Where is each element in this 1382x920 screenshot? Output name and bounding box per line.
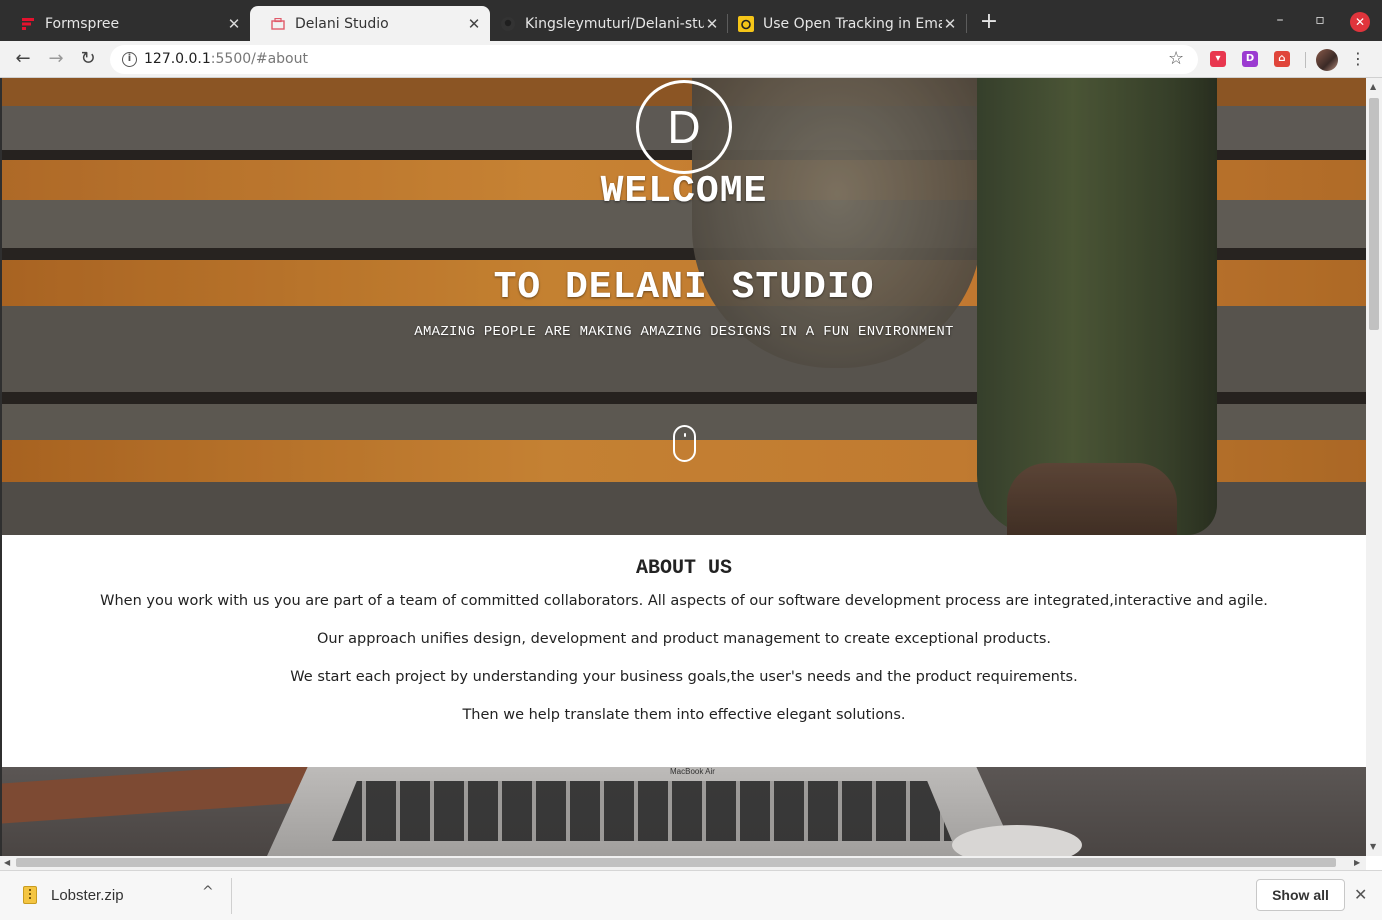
house-extension-icon[interactable]: ⌂: [1274, 51, 1290, 67]
vertical-scrollbar[interactable]: ▲ ▼: [1366, 78, 1382, 856]
about-paragraph: We start each project by understanding y…: [290, 669, 1078, 685]
profile-avatar[interactable]: [1316, 49, 1338, 71]
download-item[interactable]: Lobster.zip ^: [8, 878, 232, 914]
scroll-down-icon[interactable]: ▼: [1370, 842, 1376, 851]
tab-title: Kingsleymuturi/Delani-stu: [525, 15, 704, 32]
scroll-left-icon[interactable]: ◀: [4, 858, 10, 867]
tab-mailchimp[interactable]: Use Open Tracking in Ema ✕: [718, 6, 966, 41]
phone-image: [2, 767, 314, 825]
vertical-scroll-thumb[interactable]: [1369, 98, 1379, 330]
laptop-keyboard: [332, 781, 952, 841]
menu-icon[interactable]: ⋮: [1350, 49, 1366, 69]
chevron-up-icon[interactable]: ^: [202, 884, 214, 900]
url-text[interactable]: 127.0.0.1:5500/#about: [144, 51, 308, 67]
tab-title: Formspree: [45, 15, 120, 32]
mouse-image: [952, 825, 1082, 856]
hero-tagline: AMAZING PEOPLE ARE MAKING AMAZING DESIGN…: [414, 324, 954, 340]
toolbar-divider: [1305, 52, 1306, 68]
d-extension-icon[interactable]: D: [1242, 51, 1258, 67]
url-path: :5500/#about: [210, 51, 308, 67]
tab-github[interactable]: Kingsleymuturi/Delani-stu ✕: [480, 6, 728, 41]
hero-welcome: WELCOME: [600, 170, 768, 213]
pocket-extension-icon[interactable]: ▾: [1210, 51, 1226, 67]
download-filename: Lobster.zip: [51, 887, 124, 904]
page-viewport: D WELCOME TO DELANI STUDIO AMAZING PEOPL…: [0, 78, 1366, 856]
forward-button[interactable]: →: [45, 48, 67, 70]
bookmark-star-icon[interactable]: ☆: [1168, 48, 1184, 69]
hero-section: D WELCOME TO DELANI STUDIO AMAZING PEOPL…: [2, 78, 1366, 535]
formspree-icon: [20, 16, 36, 32]
scroll-up-icon[interactable]: ▲: [1370, 82, 1376, 91]
new-tab-button[interactable]: +: [978, 11, 1000, 33]
browser-toolbar: ← → ↻ i 127.0.0.1:5500/#about ☆ ▾ D ⌂ ⋮: [0, 41, 1382, 78]
close-shelf-icon[interactable]: ✕: [1354, 885, 1367, 904]
about-heading: ABOUT US: [635, 557, 732, 580]
tab-close-icon[interactable]: ✕: [226, 15, 242, 33]
show-all-button[interactable]: Show all: [1256, 879, 1345, 911]
scroll-mouse-icon[interactable]: [673, 425, 696, 462]
hero-title: TO DELANI STUDIO: [493, 266, 875, 309]
download-shelf: Lobster.zip ^ Show all ✕: [0, 870, 1382, 920]
about-paragraph: When you work with us you are part of a …: [100, 593, 1268, 609]
info-icon[interactable]: i: [122, 52, 137, 67]
tab-separator: [966, 14, 967, 33]
about-paragraph: Then we help translate them into effecti…: [462, 707, 906, 723]
maximize-button[interactable]: ▫: [1310, 12, 1330, 28]
about-section: ABOUT US When you work with us you are p…: [2, 535, 1366, 767]
about-paragraph: Our approach unifies design, development…: [317, 631, 1051, 647]
tab-formspree[interactable]: Formspree ✕: [0, 6, 250, 41]
laptop-image-section: MacBook Air: [2, 767, 1366, 856]
reload-button[interactable]: ↻: [77, 48, 99, 70]
tab-close-icon[interactable]: ✕: [942, 15, 958, 33]
horizontal-scroll-thumb[interactable]: [16, 858, 1336, 867]
github-icon: [500, 16, 516, 32]
window-close-button[interactable]: ✕: [1350, 12, 1370, 32]
delani-favicon: [270, 16, 286, 32]
address-bar[interactable]: i 127.0.0.1:5500/#about ☆: [110, 45, 1198, 74]
tab-title: Use Open Tracking in Ema: [763, 15, 942, 32]
tab-delani-studio[interactable]: Delani Studio ✕: [250, 6, 490, 41]
horizontal-scrollbar[interactable]: ◀ ▶: [0, 856, 1366, 870]
laptop-label: MacBook Air: [670, 767, 715, 776]
scroll-right-icon[interactable]: ▶: [1354, 858, 1360, 867]
minimize-button[interactable]: –: [1270, 12, 1290, 28]
back-button[interactable]: ←: [12, 48, 34, 70]
url-host: 127.0.0.1: [144, 51, 211, 67]
mailchimp-icon: [738, 15, 754, 32]
zip-file-icon: [23, 886, 37, 904]
logo-circle: D: [636, 80, 732, 174]
tab-title: Delani Studio: [295, 15, 389, 32]
tab-strip: Formspree ✕ Delani Studio ✕ Kingsleymutu…: [0, 0, 1382, 41]
